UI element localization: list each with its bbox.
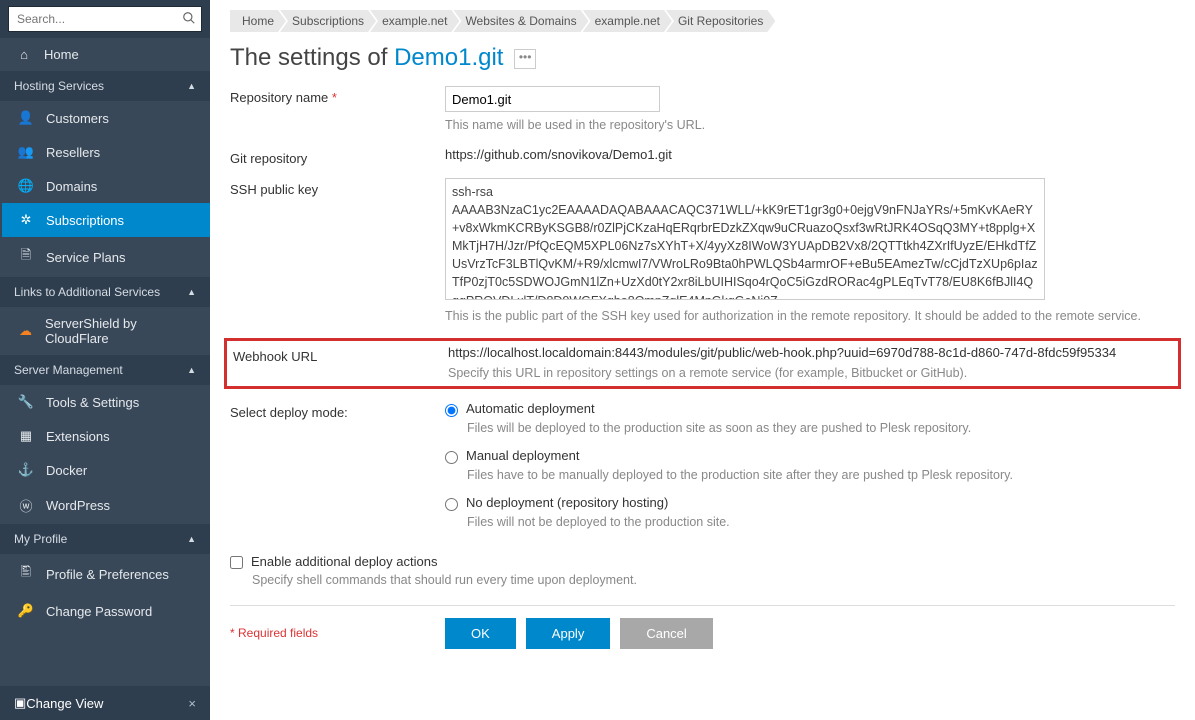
deploy-manual-radio[interactable] — [445, 451, 458, 464]
nav-subscriptions[interactable]: ✲ Subscriptions — [2, 203, 210, 237]
search-icon[interactable] — [182, 11, 196, 28]
page-title: The settings of Demo1.git ••• — [230, 44, 1175, 72]
section-links-additional[interactable]: Links to Additional Services ▲ — [0, 277, 210, 307]
nav-extensions[interactable]: ▦ Extensions — [2, 419, 210, 453]
search-input[interactable] — [8, 6, 202, 32]
webhook-url: https://localhost.localdomain:8443/modul… — [448, 345, 1148, 360]
nav-label: Resellers — [46, 145, 100, 160]
nav-customers[interactable]: 👤 Customers — [2, 101, 210, 135]
wordpress-icon: ⓦ — [16, 496, 36, 515]
ok-button[interactable]: OK — [445, 618, 516, 649]
section-label: My Profile — [14, 532, 67, 546]
more-button[interactable]: ••• — [514, 49, 536, 69]
deploy-none-radio[interactable] — [445, 498, 458, 511]
search-box — [0, 0, 210, 38]
deploy-mode-label: Select deploy mode: — [230, 401, 445, 541]
close-icon[interactable]: × — [188, 696, 196, 711]
deploy-auto-hint: Files will be deployed to the production… — [467, 419, 1145, 438]
breadcrumb-item[interactable]: Subscriptions — [280, 10, 376, 32]
nav-change-view[interactable]: ▣Change View × — [0, 686, 210, 720]
ssh-label: SSH public key — [230, 178, 445, 326]
sidebar: ⌂ Home Hosting Services ▲ 👤 Customers 👥 Rese… — [0, 0, 210, 720]
nav-domains[interactable]: 🌐 Domains — [2, 169, 210, 203]
git-repo-value: https://github.com/snovikova/Demo1.git — [445, 147, 1145, 166]
wrench-icon: 🔧 — [16, 394, 36, 410]
section-server-management[interactable]: Server Management ▲ — [0, 355, 210, 385]
nav-wordpress[interactable]: ⓦ WordPress — [2, 487, 210, 524]
repo-name-hint: This name will be used in the repository… — [445, 116, 1145, 135]
nav-label: Subscriptions — [46, 213, 124, 228]
apply-button[interactable]: Apply — [526, 618, 611, 649]
nav-label: ServerShield by CloudFlare — [45, 316, 196, 346]
repo-name-label: Repository name * — [230, 86, 445, 135]
webhook-highlight: Webhook URL https://localhost.localdomai… — [224, 338, 1181, 390]
nav-tools-settings[interactable]: 🔧 Tools & Settings — [2, 385, 210, 419]
enable-actions-label: Enable additional deploy actions — [251, 554, 437, 569]
enable-actions-checkbox[interactable] — [230, 556, 243, 569]
person-icon: 👤 — [16, 110, 36, 126]
nav-label: Tools & Settings — [46, 395, 139, 410]
nav-label: Domains — [46, 179, 97, 194]
nav-docker[interactable]: ⚓ Docker — [2, 453, 210, 487]
nav-label: Service Plans — [46, 250, 125, 265]
deploy-manual-label: Manual deployment — [466, 448, 579, 463]
section-label: Server Management — [14, 363, 123, 377]
cancel-button[interactable]: Cancel — [620, 618, 712, 649]
deploy-auto-label: Automatic deployment — [466, 401, 595, 416]
breadcrumb-item[interactable]: example.net — [583, 10, 672, 32]
nav-change-password[interactable]: 🔑 Change Password — [2, 594, 210, 628]
required-note: * Required fields — [230, 626, 445, 640]
main-content: Home Subscriptions example.net Websites … — [210, 0, 1195, 720]
webhook-label: Webhook URL — [233, 345, 448, 383]
breadcrumb-item[interactable]: Websites & Domains — [453, 10, 588, 32]
nav-label: WordPress — [46, 498, 110, 513]
breadcrumb-item[interactable]: example.net — [370, 10, 459, 32]
repo-link[interactable]: Demo1.git — [394, 44, 503, 71]
breadcrumb-item[interactable]: Home — [230, 10, 286, 32]
repo-name-input[interactable] — [445, 86, 660, 112]
section-my-profile[interactable]: My Profile ▲ — [0, 524, 210, 554]
nav-service-plans[interactable]: 🗎 Service Plans — [2, 237, 210, 277]
enable-actions-hint: Specify shell commands that should run e… — [252, 573, 1175, 587]
nav-label: Customers — [46, 111, 109, 126]
nav-resellers[interactable]: 👥 Resellers — [2, 135, 210, 169]
nav-profile-prefs[interactable]: 🖺 Profile & Preferences — [2, 554, 210, 594]
caret-up-icon: ▲ — [187, 287, 196, 297]
people-icon: 👥 — [16, 144, 36, 160]
section-label: Hosting Services — [14, 79, 104, 93]
deploy-manual-hint: Files have to be manually deployed to th… — [467, 466, 1145, 485]
nav-home-label: Home — [44, 47, 79, 62]
git-repo-label: Git repository — [230, 147, 445, 166]
webhook-hint: Specify this URL in repository settings … — [448, 364, 1148, 383]
grid-icon: ▦ — [16, 428, 36, 444]
home-icon: ⌂ — [14, 47, 34, 62]
breadcrumb: Home Subscriptions example.net Websites … — [230, 4, 1175, 40]
globe-icon: 🌐 — [16, 178, 36, 194]
deploy-none-label: No deployment (repository hosting) — [466, 495, 668, 510]
nav-label: Profile & Preferences — [46, 567, 169, 582]
caret-up-icon: ▲ — [187, 365, 196, 375]
breadcrumb-item[interactable]: Git Repositories — [666, 10, 775, 32]
nav-label: Change View — [26, 696, 103, 711]
clipboard-icon: 🗎 — [16, 246, 36, 268]
nav-home[interactable]: ⌂ Home — [0, 38, 210, 71]
deploy-none-hint: Files will not be deployed to the produc… — [467, 513, 1145, 532]
gear-icon: ✲ — [16, 212, 36, 228]
caret-up-icon: ▲ — [187, 534, 196, 544]
deploy-auto-radio[interactable] — [445, 404, 458, 417]
nav-label: Docker — [46, 463, 87, 478]
section-hosting-services[interactable]: Hosting Services ▲ — [0, 71, 210, 101]
card-icon: 🖺 — [16, 563, 36, 585]
cloud-icon: ☁ — [16, 323, 35, 339]
section-label: Links to Additional Services — [14, 285, 160, 299]
docker-icon: ⚓ — [16, 462, 36, 478]
ssh-hint: This is the public part of the SSH key u… — [445, 307, 1145, 326]
key-icon: 🔑 — [16, 603, 36, 619]
nav-label: Extensions — [46, 429, 110, 444]
nav-servershield[interactable]: ☁ ServerShield by CloudFlare — [2, 307, 210, 355]
nav-label: Change Password — [46, 604, 152, 619]
ssh-key-textarea[interactable]: ssh-rsa AAAAB3NzaC1yc2EAAAADAQABAAACAQC3… — [445, 178, 1045, 300]
caret-up-icon: ▲ — [187, 81, 196, 91]
window-icon: ▣ — [14, 695, 26, 711]
